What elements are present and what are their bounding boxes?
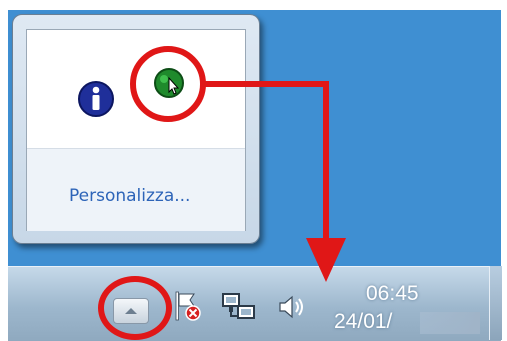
clock-date: 24/01/ [334, 310, 393, 333]
action-center-flag-icon[interactable] [172, 290, 204, 324]
network-icon[interactable] [220, 292, 260, 322]
customize-link[interactable]: Personalizza... [69, 186, 190, 206]
highlight-circle-green-icon [130, 46, 206, 122]
volume-icon[interactable] [276, 293, 310, 321]
taskbar-clock[interactable]: 06:45 24/01/ [330, 276, 480, 336]
customize-section: Personalizza... [27, 148, 245, 231]
show-desktop-button[interactable] [489, 266, 502, 340]
info-icon[interactable] [77, 80, 115, 118]
clock-time: 06:45 [366, 282, 419, 305]
redacted-area [420, 312, 480, 334]
highlight-circle-tray-button [98, 276, 172, 340]
flyout-panel: Personalizza... [26, 29, 246, 231]
notification-area-flyout: Personalizza... [12, 14, 260, 244]
